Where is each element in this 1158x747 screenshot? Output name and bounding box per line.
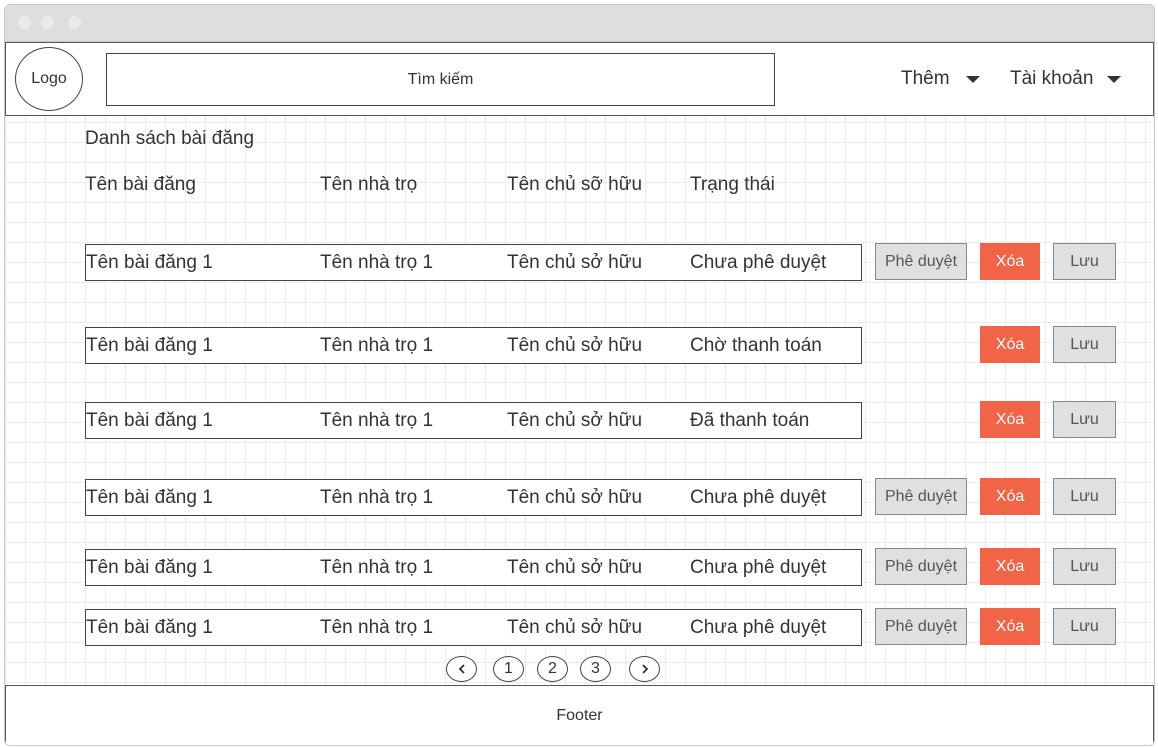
approve-button[interactable]: Phê duyệt xyxy=(875,243,967,280)
site-header: Logo Tìm kiếm Thêm Tài khoản xyxy=(5,42,1154,116)
logo[interactable]: Logo xyxy=(15,47,83,111)
save-button[interactable]: Lưu xyxy=(1053,608,1116,645)
page-3-button[interactable]: 3 xyxy=(580,656,611,682)
save-button[interactable]: Lưu xyxy=(1053,548,1116,585)
house-name: Tên nhà trọ 1 xyxy=(320,410,434,431)
approve-button[interactable]: Phê duyệt xyxy=(875,548,967,585)
post-name: Tên bài đăng 1 xyxy=(86,410,213,431)
owner-name: Tên chủ sở hữu xyxy=(507,335,643,356)
save-button[interactable]: Lưu xyxy=(1053,243,1116,280)
menu-more[interactable]: Thêm xyxy=(901,68,980,90)
save-button[interactable]: Lưu xyxy=(1053,401,1116,438)
save-button[interactable]: Lưu xyxy=(1053,326,1116,363)
prev-page-button[interactable] xyxy=(446,656,477,682)
status-text: Đã thanh toán xyxy=(690,410,810,431)
page-1-button[interactable]: 1 xyxy=(493,656,524,682)
window-minimize-dot[interactable] xyxy=(41,16,54,29)
post-name: Tên bài đăng 1 xyxy=(86,487,213,508)
status-text: Chưa phê duyệt xyxy=(690,617,827,638)
column-header-owner: Tên chủ sỡ hữu xyxy=(507,174,643,195)
house-name: Tên nhà trọ 1 xyxy=(320,335,434,356)
post-name: Tên bài đăng 1 xyxy=(86,252,213,273)
page-canvas: Logo Tìm kiếm Thêm Tài khoản Danh sách b… xyxy=(5,42,1154,745)
site-footer: Footer xyxy=(5,685,1154,745)
page-2-button[interactable]: 2 xyxy=(537,656,568,682)
table-row: Tên bài đăng 1 Tên nhà trọ 1 Tên chủ sở … xyxy=(85,609,862,646)
menu-account-label: Tài khoản xyxy=(1010,68,1094,89)
status-text: Chờ thanh toán xyxy=(690,335,822,356)
house-name: Tên nhà trọ 1 xyxy=(320,617,434,638)
table-row: Tên bài đăng 1 Tên nhà trọ 1 Tên chủ sở … xyxy=(85,402,862,439)
status-text: Chưa phê duyệt xyxy=(690,487,827,508)
status-text: Chưa phê duyệt xyxy=(690,252,827,273)
save-button[interactable]: Lưu xyxy=(1053,478,1116,515)
approve-button[interactable]: Phê duyệt xyxy=(875,608,967,645)
table-row: Tên bài đăng 1 Tên nhà trọ 1 Tên chủ sở … xyxy=(85,244,862,281)
next-page-button[interactable] xyxy=(629,656,660,682)
column-header-post: Tên bài đăng xyxy=(85,174,196,195)
search-input[interactable]: Tìm kiếm xyxy=(106,53,775,106)
window-close-dot[interactable] xyxy=(18,16,31,29)
post-name: Tên bài đăng 1 xyxy=(86,617,213,638)
browser-window: Logo Tìm kiếm Thêm Tài khoản Danh sách b… xyxy=(4,4,1155,746)
approve-button[interactable]: Phê duyệt xyxy=(875,478,967,515)
chevron-left-icon xyxy=(458,664,465,674)
table-row: Tên bài đăng 1 Tên nhà trọ 1 Tên chủ sở … xyxy=(85,479,862,516)
house-name: Tên nhà trọ 1 xyxy=(320,252,434,273)
delete-button[interactable]: Xóa xyxy=(980,548,1040,585)
delete-button[interactable]: Xóa xyxy=(980,243,1040,280)
owner-name: Tên chủ sở hữu xyxy=(507,252,643,273)
window-titlebar xyxy=(5,5,1154,42)
owner-name: Tên chủ sở hữu xyxy=(507,557,643,578)
caret-down-icon xyxy=(965,75,980,83)
pagination: 1 2 3 xyxy=(5,656,1154,684)
menu-more-label: Thêm xyxy=(901,68,950,89)
table-row: Tên bài đăng 1 Tên nhà trọ 1 Tên chủ sở … xyxy=(85,549,862,586)
table-row: Tên bài đăng 1 Tên nhà trọ 1 Tên chủ sở … xyxy=(85,327,862,364)
chevron-right-icon xyxy=(641,664,648,674)
window-maximize-dot[interactable] xyxy=(68,16,81,29)
menu-account[interactable]: Tài khoản xyxy=(1010,68,1122,90)
column-header-status: Trạng thái xyxy=(690,174,775,195)
owner-name: Tên chủ sở hữu xyxy=(507,617,643,638)
status-text: Chưa phê duyệt xyxy=(690,557,827,578)
owner-name: Tên chủ sở hữu xyxy=(507,410,643,431)
house-name: Tên nhà trọ 1 xyxy=(320,557,434,578)
delete-button[interactable]: Xóa xyxy=(980,608,1040,645)
delete-button[interactable]: Xóa xyxy=(980,478,1040,515)
delete-button[interactable]: Xóa xyxy=(980,401,1040,438)
owner-name: Tên chủ sở hữu xyxy=(507,487,643,508)
caret-down-icon xyxy=(1107,75,1122,83)
page-title: Danh sách bài đăng xyxy=(85,128,255,149)
post-name: Tên bài đăng 1 xyxy=(86,335,213,356)
house-name: Tên nhà trọ 1 xyxy=(320,487,434,508)
column-header-house: Tên nhà trọ xyxy=(320,174,418,195)
delete-button[interactable]: Xóa xyxy=(980,326,1040,363)
post-name: Tên bài đăng 1 xyxy=(86,557,213,578)
